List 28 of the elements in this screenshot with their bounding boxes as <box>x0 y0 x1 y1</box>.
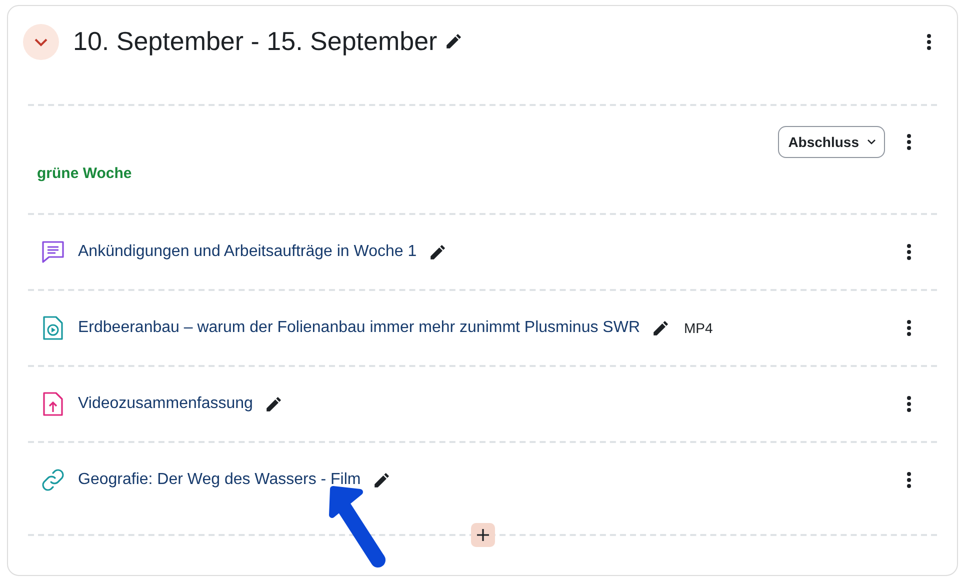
pencil-icon[interactable] <box>652 320 669 336</box>
add-button[interactable] <box>470 523 494 547</box>
kebab-icon <box>907 396 911 412</box>
kebab-icon <box>907 134 911 150</box>
pencil-icon[interactable] <box>372 472 390 488</box>
kebab-icon <box>907 472 911 488</box>
kebab-icon <box>927 34 931 50</box>
link-icon <box>40 467 66 493</box>
pencil-icon[interactable] <box>264 396 282 412</box>
kebab-icon <box>907 244 911 260</box>
activity-link[interactable]: Videozusammenfassung <box>78 392 253 416</box>
activity-link[interactable]: Geografie: Der Weg des Wassers - Film <box>78 468 361 492</box>
section-summary: grüne Woche <box>37 164 133 184</box>
plus-icon <box>476 529 488 541</box>
activity-link[interactable]: Ankündigungen und Arbeitsaufträge in Woche 1 <box>78 240 417 264</box>
pencil-icon[interactable] <box>428 244 446 260</box>
collapse-button[interactable] <box>23 24 59 60</box>
file-type-label: MP4 <box>684 318 713 338</box>
section-title: 10. September - 15. September <box>73 26 438 58</box>
pencil-icon[interactable] <box>445 33 462 50</box>
caret-icon <box>867 139 876 145</box>
activity-link[interactable]: Erdbeeranbau – warum der Folienanbau immer mehr zunimmt Plusminus SWR <box>78 316 640 340</box>
video-file-icon <box>40 315 66 341</box>
completion-dropdown[interactable]: Abschluss <box>778 126 885 158</box>
kebab-icon <box>907 320 911 336</box>
upload-file-icon <box>40 391 66 417</box>
chat-icon <box>40 239 66 265</box>
chevron-down-icon <box>34 38 48 46</box>
